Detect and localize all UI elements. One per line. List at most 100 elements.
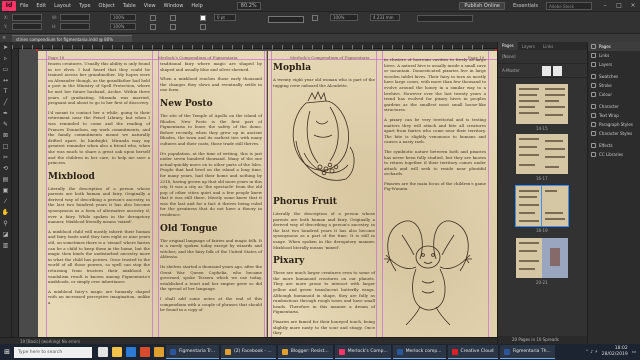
pen-tool-icon[interactable]: ✒ — [2, 110, 10, 118]
office-icon[interactable] — [140, 347, 150, 357]
page-thumb[interactable] — [516, 134, 542, 174]
zoom-tool-icon[interactable]: ⚲ — [2, 220, 10, 228]
page-thumb-selected[interactable] — [541, 185, 569, 227]
dock-effects[interactable]: Effects — [588, 141, 640, 150]
notifications-icon[interactable]: ▭ — [632, 350, 636, 355]
taskbar-search-input[interactable]: Type here to search — [14, 346, 92, 358]
file-explorer-icon[interactable] — [112, 347, 122, 357]
shear-icon[interactable] — [150, 24, 156, 30]
rotate-icon[interactable] — [150, 15, 156, 21]
text-column-2[interactable]: in clusters of horreum cavities to freel… — [384, 57, 486, 196]
taskbar-app[interactable]: Blogger: Resist... — [277, 345, 333, 359]
dock-paragraph-styles[interactable]: Paragraph Styles — [588, 120, 640, 129]
taskbar-app[interactable]: Merlock's Comp... — [334, 345, 391, 359]
menu-file[interactable]: File — [20, 3, 28, 9]
pencil-tool-icon[interactable]: ✎ — [2, 121, 10, 129]
spread-14-15[interactable] — [516, 84, 568, 124]
taskbar-app[interactable]: Creative Cloud — [447, 345, 498, 359]
taskbar-app[interactable]: (2) Facebook - ... — [221, 345, 276, 359]
chrome-icon[interactable] — [154, 347, 164, 357]
windows-start-icon[interactable]: ⊞ — [0, 344, 14, 360]
scale-x-field[interactable]: 100% — [110, 14, 136, 21]
opacity-field[interactable]: 100% — [330, 14, 358, 21]
taskbar-app[interactable]: Figmentaria Tr... — [166, 345, 219, 359]
line-tool-icon[interactable]: ╱ — [2, 99, 10, 107]
tab-layers[interactable]: Layers — [518, 44, 539, 49]
menu-help[interactable]: Help — [191, 3, 202, 9]
dock-pages[interactable]: Pages — [588, 42, 640, 51]
rectangle-frame-tool-icon[interactable]: ⊠ — [2, 132, 10, 140]
pasteboard[interactable]: Page 18 Merlock's Compendium of Figmenta… — [19, 49, 497, 344]
object-style-dropdown[interactable] — [417, 15, 473, 22]
stock-search-input[interactable]: Adobe Stock — [546, 1, 592, 10]
type-tool-icon[interactable]: T — [2, 88, 10, 96]
dock-text-wrap[interactable]: Text Wrap — [588, 111, 640, 120]
menu-edit[interactable]: Edit — [36, 3, 46, 9]
menu-view[interactable]: View — [144, 3, 156, 9]
stroke-type-dropdown[interactable] — [268, 16, 304, 23]
spread-20-21[interactable] — [516, 238, 568, 278]
a-master-row[interactable]: A-Master — [498, 64, 587, 78]
transform-tool-icon[interactable]: ⟲ — [2, 165, 10, 173]
scissors-tool-icon[interactable]: ✂ — [2, 154, 10, 162]
page-thumb[interactable] — [516, 238, 542, 278]
page-19[interactable]: Merlock's Compendium of Figmentaria Page… — [268, 51, 497, 344]
view-mode-icon[interactable]: ▥ — [2, 242, 10, 250]
clock[interactable]: 18:02 28/02/2019 — [602, 346, 628, 358]
dock-links[interactable]: Links — [588, 51, 640, 60]
page-tool-icon[interactable]: ▭ — [2, 66, 10, 74]
tab-pages[interactable]: Pages — [498, 42, 518, 50]
flip-horizontal-icon[interactable] — [170, 15, 176, 21]
zoom-level[interactable]: 80.2% — [236, 1, 261, 10]
text-column-1b[interactable]: Phorus Fruit Literally the description o… — [273, 191, 375, 340]
system-tray-icons[interactable]: ⌃ ♪ ⚡ — [585, 350, 598, 355]
selection-tool-icon[interactable]: ➤ — [2, 44, 10, 52]
dock-swatches[interactable]: Swatches — [588, 72, 640, 81]
dock-character[interactable]: Character — [588, 102, 640, 111]
doc-close-icon[interactable]: × — [2, 35, 6, 41]
menu-type[interactable]: Type — [79, 3, 90, 9]
w-field[interactable] — [60, 14, 90, 21]
dock-stroke[interactable]: Stroke — [588, 81, 640, 90]
maximize-icon[interactable]: □ — [612, 2, 626, 9]
x-field[interactable] — [12, 14, 42, 21]
fill-swatch-icon[interactable] — [200, 15, 206, 21]
rectangle-tool-icon[interactable]: □ — [2, 143, 10, 151]
h-field[interactable] — [60, 23, 90, 30]
none-master-row[interactable]: [None] — [498, 50, 587, 64]
page-thumb-selected[interactable] — [515, 185, 543, 227]
page-thumb[interactable] — [516, 84, 542, 124]
edge-icon[interactable] — [126, 347, 136, 357]
menu-table[interactable]: Table — [123, 3, 136, 9]
menu-layout[interactable]: Layout — [54, 3, 71, 9]
vertical-ruler[interactable] — [12, 49, 19, 344]
taskbar-app[interactable]: Figmentaria Th... — [499, 345, 555, 359]
dock-character-styles[interactable]: Character Styles — [588, 129, 640, 138]
page-thumb[interactable] — [542, 134, 568, 174]
menu-object[interactable]: Object — [99, 3, 115, 9]
dock-layers[interactable]: Layers — [588, 60, 640, 69]
spread-16-17[interactable] — [516, 134, 568, 174]
fx-icon[interactable] — [312, 15, 318, 21]
page-thumb[interactable] — [542, 238, 568, 278]
tab-links[interactable]: Links — [539, 44, 557, 49]
dock-cc-libraries[interactable]: CC Libraries — [588, 150, 640, 159]
page-18[interactable]: Page 18 Merlock's Compendium of Figmenta… — [38, 51, 267, 344]
gradient-tool-icon[interactable]: ▤ — [2, 176, 10, 184]
fill-stroke-icon[interactable]: ◪ — [2, 231, 10, 239]
minimize-icon[interactable]: – — [598, 2, 612, 9]
flip-vertical-icon[interactable] — [170, 24, 176, 30]
taskbar-app[interactable]: Merlock comp... — [392, 345, 446, 359]
spread-18-19[interactable] — [515, 185, 569, 227]
scale-y-field[interactable]: 100% — [110, 23, 136, 30]
note-tool-icon[interactable]: ▣ — [2, 187, 10, 195]
eyedropper-tool-icon[interactable]: ⁄ — [2, 198, 10, 206]
pixary-illustration[interactable] — [376, 211, 480, 331]
dimension-field[interactable]: 4.233 mm — [370, 14, 400, 21]
menu-window[interactable]: Window — [164, 3, 184, 9]
pomegranate-illustration[interactable] — [286, 81, 358, 191]
workspace-switcher[interactable]: Essentials — [513, 3, 538, 9]
text-column-2[interactable]: traditional fairy where magic are shaped… — [160, 61, 262, 317]
close-icon[interactable]: × — [626, 2, 640, 9]
direct-selection-tool-icon[interactable]: ▹ — [2, 55, 10, 63]
